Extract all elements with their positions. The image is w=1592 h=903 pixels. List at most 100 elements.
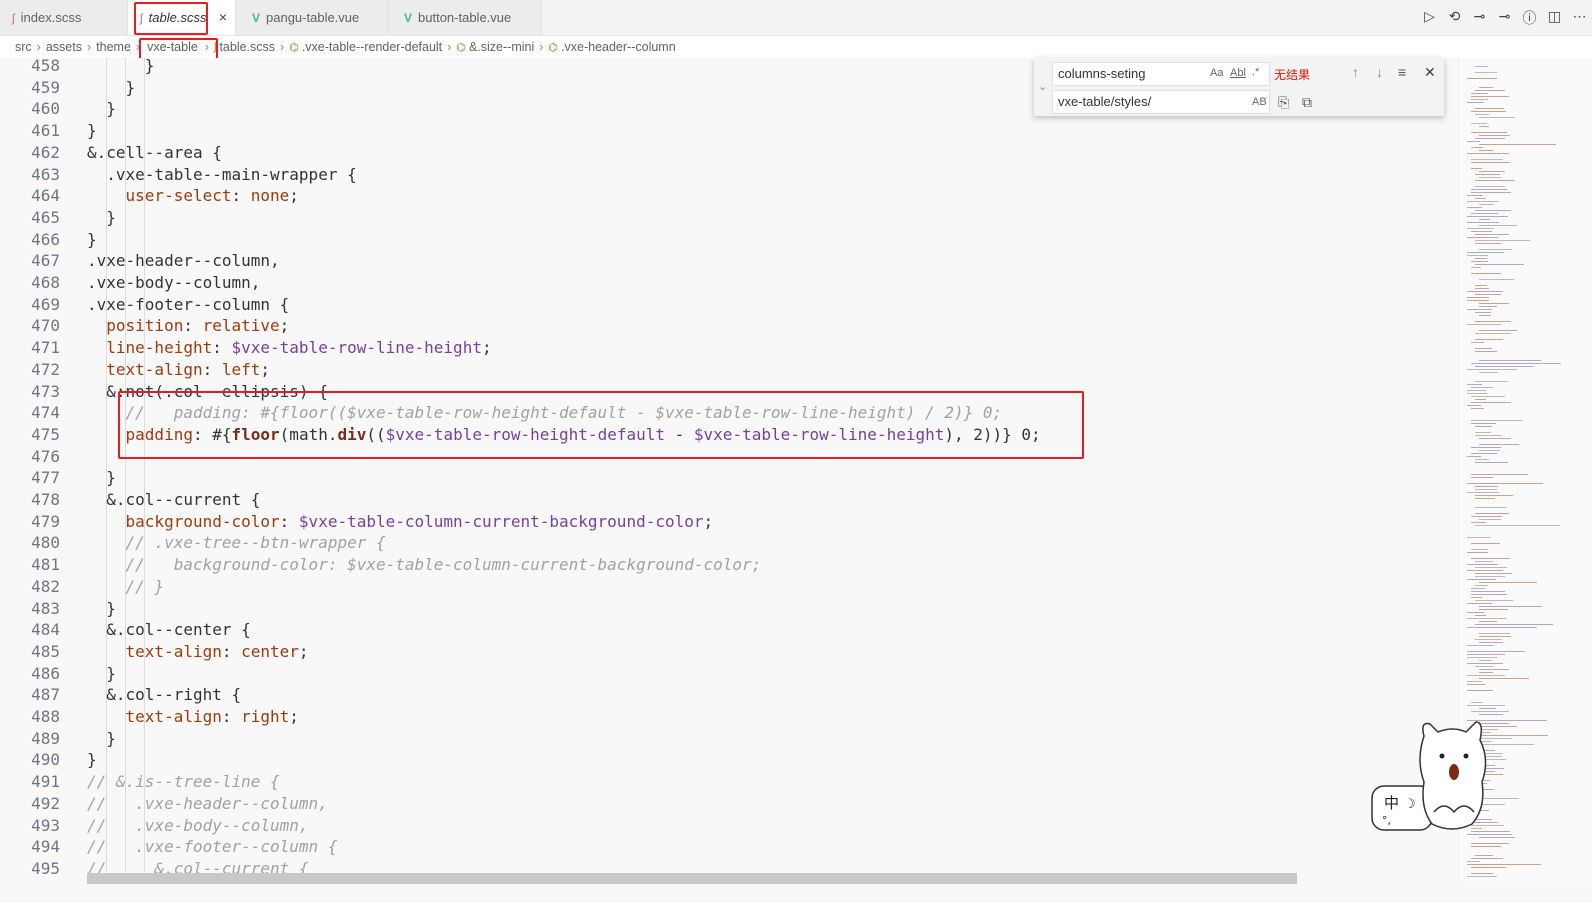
code-line[interactable]: 481 // background-color: $vxe-table-colu… — [0, 554, 1458, 576]
code-line[interactable]: 478 &.col--current { — [0, 489, 1458, 511]
code-line[interactable]: 483 } — [0, 598, 1458, 620]
code-line[interactable]: 466} — [0, 229, 1458, 251]
code-line[interactable]: 489 } — [0, 728, 1458, 750]
code-line[interactable]: 491 // &.is--tree-line { — [0, 771, 1458, 793]
minimap-line — [1475, 573, 1513, 574]
more-icon[interactable]: ⋯ — [1567, 8, 1592, 28]
whole-word-option[interactable]: Abl — [1230, 67, 1246, 79]
regex-option[interactable]: .* — [1252, 66, 1259, 78]
code-line[interactable]: 468 .vxe-body--column, — [0, 272, 1458, 294]
line-number: 488 — [31, 707, 60, 726]
code-text: text-align: right; — [87, 706, 299, 728]
minimap-line — [1475, 114, 1489, 115]
source-control-icon[interactable]: ⟲ — [1442, 8, 1467, 28]
code-line[interactable]: 494 // .vxe-footer--column { — [0, 836, 1458, 858]
breadcrumb-item[interactable]: .vxe-table--render-default — [302, 40, 442, 54]
breadcrumb-item[interactable]: &.size--mini — [469, 40, 534, 54]
ime-cat-widget[interactable]: 中 ☽ °, — [1368, 716, 1498, 836]
code-line[interactable]: 469 .vxe-footer--column { — [0, 294, 1458, 316]
code-token: } — [87, 663, 116, 683]
horizontal-scrollbar[interactable] — [87, 873, 1297, 884]
breadcrumb-item[interactable]: src — [15, 40, 32, 54]
tab-index-scss[interactable]: ʃ index.scss — [0, 0, 128, 35]
minimap-line — [1471, 159, 1504, 160]
arrow-up-icon[interactable]: ↑ — [1352, 64, 1359, 80]
arrow-down-icon[interactable]: ↓ — [1376, 64, 1383, 80]
code-line[interactable]: 487 &.col--right { — [0, 684, 1458, 706]
breadcrumb-item[interactable]: assets — [46, 40, 82, 54]
minimap-line — [1475, 435, 1503, 436]
code-text: } — [87, 77, 136, 99]
minimap-line — [1471, 543, 1500, 544]
tab-label: button-table.vue — [418, 10, 512, 25]
code-line[interactable]: 462 &.cell--area { — [0, 142, 1458, 164]
code-token: $vxe-table-column-current-background-col… — [298, 511, 704, 531]
code-line[interactable]: 471 line-height: $vxe-table-row-line-hei… — [0, 337, 1458, 359]
code-line[interactable]: 480 // .vxe-tree--btn-wrapper { — [0, 532, 1458, 554]
chevron-down-icon[interactable]: ⌄ — [1038, 80, 1047, 93]
minimap-line — [1475, 351, 1497, 352]
minimap-line — [1471, 867, 1506, 868]
line-number: 475 — [31, 424, 60, 444]
preserve-case-option[interactable]: AB — [1252, 96, 1267, 108]
code-line[interactable]: 477 } — [0, 467, 1458, 489]
code-token: .vxe-table--main-wrapper { — [87, 164, 357, 184]
code-line[interactable]: 470 position: relative; — [0, 315, 1458, 337]
tab-pangu-table-vue[interactable]: V pangu-table.vue — [236, 0, 388, 35]
code-text: position: relative; — [87, 315, 289, 337]
code-line[interactable]: 472 text-align: left; — [0, 359, 1458, 381]
code-token: } — [87, 121, 97, 141]
step-icon[interactable]: ⊸ — [1467, 8, 1492, 28]
code-editor[interactable]: 458 } 459 } 460 } 461} 462 &.cell--area {463 … — [0, 58, 1458, 884]
minimap-line — [1479, 444, 1519, 445]
tab-button-table-vue[interactable]: V button-table.vue — [388, 0, 542, 35]
cat-eye — [1463, 753, 1469, 759]
code-line[interactable]: 486 } — [0, 663, 1458, 685]
code-token: &.cell--area { — [87, 142, 222, 162]
line-number: 474 — [31, 403, 60, 423]
code-text: .vxe-header--column, — [87, 250, 280, 272]
breadcrumb-item[interactable]: .vxe-header--column — [561, 40, 676, 54]
minimap-line — [1479, 135, 1511, 136]
minimap-line — [1479, 837, 1515, 838]
sass-icon: ʃ — [12, 10, 15, 25]
minimap-line — [1475, 240, 1531, 241]
match-case-option[interactable]: Aa — [1210, 67, 1223, 79]
code-line[interactable]: 492 // .vxe-header--column, — [0, 793, 1458, 815]
minimap-line — [1467, 651, 1525, 652]
find-in-selection-icon[interactable]: ≡ — [1398, 64, 1406, 80]
code-line[interactable]: 493 // .vxe-body--column, — [0, 815, 1458, 837]
minimap-line — [1471, 597, 1482, 598]
info-icon[interactable]: ⓘ — [1517, 8, 1542, 28]
code-line[interactable]: 490} — [0, 749, 1458, 771]
code-token: line-height — [87, 338, 213, 358]
code-line[interactable]: 465 } — [0, 207, 1458, 229]
code-token: ; — [481, 338, 492, 358]
run-icon[interactable]: ▷ — [1417, 8, 1442, 28]
code-line[interactable]: 488 text-align: right; — [0, 706, 1458, 728]
cat-mouth — [1449, 764, 1459, 780]
close-icon[interactable]: ✕ — [1424, 64, 1436, 81]
minimap-line — [1475, 462, 1508, 463]
code-line[interactable]: 485 text-align: center; — [0, 641, 1458, 663]
code-line[interactable]: 482 // } — [0, 576, 1458, 598]
replace-input[interactable]: vxe-table/styles/ — [1052, 90, 1270, 114]
code-token: none — [250, 186, 290, 206]
code-line[interactable]: 463 .vxe-table--main-wrapper { — [0, 164, 1458, 186]
code-line[interactable]: 484 &.col--center { — [0, 619, 1458, 641]
minimap-line — [1475, 339, 1503, 340]
replace-icon[interactable]: ⎘ — [1278, 94, 1289, 111]
code-line[interactable]: 479 background-color: $vxe-table-column-… — [0, 511, 1458, 533]
split-editor-icon[interactable]: ◫ — [1542, 8, 1567, 28]
minimap-line — [1467, 207, 1482, 208]
code-line[interactable]: 464 user-select: none; — [0, 185, 1458, 207]
step-over-icon[interactable]: ⊸ — [1492, 8, 1517, 28]
code-line[interactable]: 467 .vxe-header--column, — [0, 250, 1458, 272]
breadcrumb-item[interactable]: table.scss — [219, 40, 275, 54]
replace-all-icon[interactable]: ⧉ — [1302, 94, 1312, 111]
close-icon[interactable]: × — [219, 9, 227, 25]
breadcrumb-item[interactable]: theme — [96, 40, 131, 54]
code-token: } — [87, 99, 116, 119]
minimap-line — [1475, 525, 1560, 526]
code-line[interactable]: 461} — [0, 120, 1458, 142]
